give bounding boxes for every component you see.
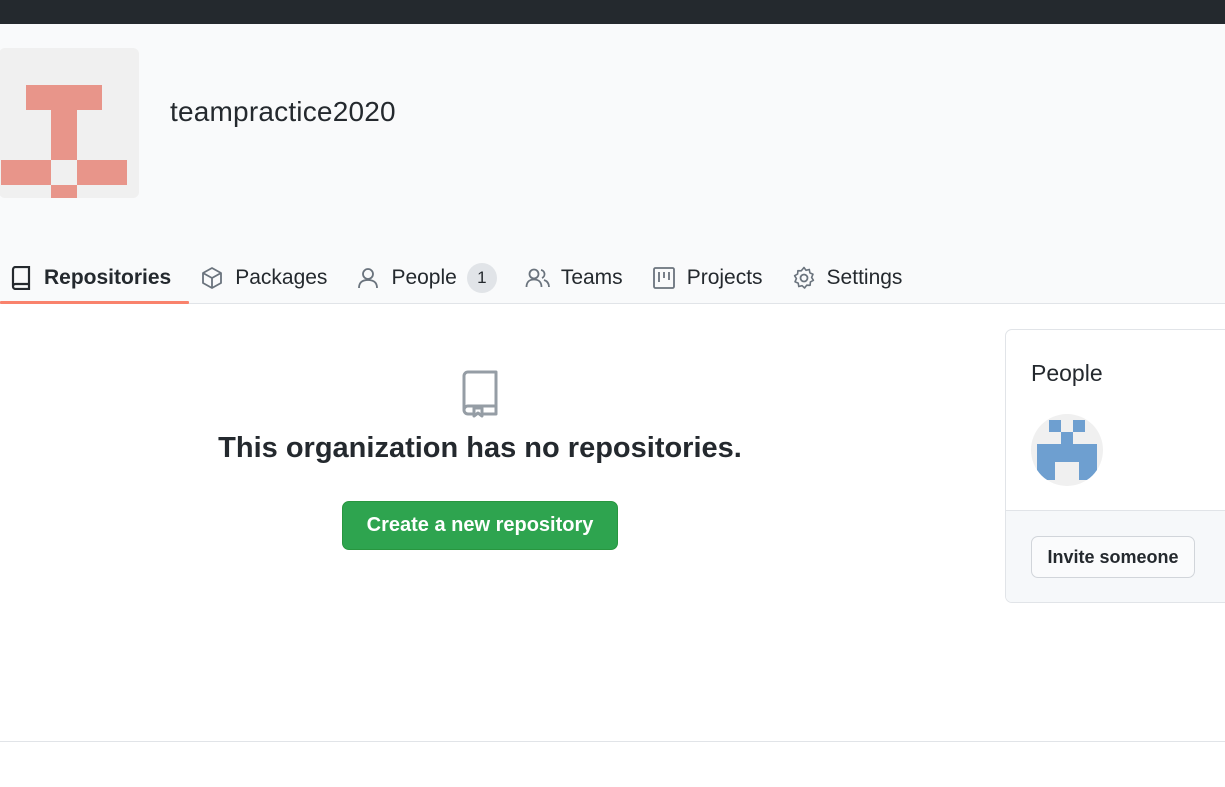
people-sidebar-box: People Invite someone — [1005, 329, 1225, 603]
top-header-bar — [0, 0, 1225, 24]
divider — [0, 741, 1225, 742]
tab-label: Repositories — [44, 266, 172, 289]
org-name: teampractice2020 — [170, 96, 396, 127]
gear-icon — [791, 265, 817, 291]
org-avatar — [0, 48, 139, 198]
people-count-badge: 1 — [466, 263, 497, 293]
tab-settings[interactable]: Settings — [783, 254, 921, 302]
org-header: teampractice2020 Repositories Packages P… — [0, 24, 1225, 304]
people-box-title: People — [1031, 360, 1103, 386]
tab-people[interactable]: People 1 — [347, 254, 514, 302]
tab-packages[interactable]: Packages — [191, 254, 345, 302]
tab-label: People — [391, 266, 457, 289]
tab-label: Packages — [235, 266, 328, 289]
invite-someone-button[interactable]: Invite someone — [1031, 536, 1195, 578]
member-avatar[interactable] — [1031, 414, 1103, 486]
blankslate-heading: This organization has no repositories. — [218, 432, 742, 464]
tab-label: Teams — [560, 266, 623, 289]
tab-teams[interactable]: Teams — [517, 254, 641, 302]
create-repository-button[interactable]: Create a new repository — [341, 501, 619, 550]
people-icon — [525, 265, 551, 291]
tab-repositories[interactable]: Repositories — [0, 254, 190, 304]
tab-label: Settings — [826, 266, 903, 289]
repo-icon — [150, 370, 810, 418]
project-icon — [651, 265, 677, 291]
person-icon — [355, 265, 381, 291]
package-icon — [199, 265, 225, 291]
org-nav-tabs: Repositories Packages People 1 Teams Pro… — [0, 254, 922, 304]
tab-projects[interactable]: Projects — [643, 254, 781, 302]
tab-label: Projects — [686, 266, 763, 289]
empty-repositories-blankslate: This organization has no repositories. C… — [150, 370, 810, 550]
repo-icon — [8, 265, 34, 291]
